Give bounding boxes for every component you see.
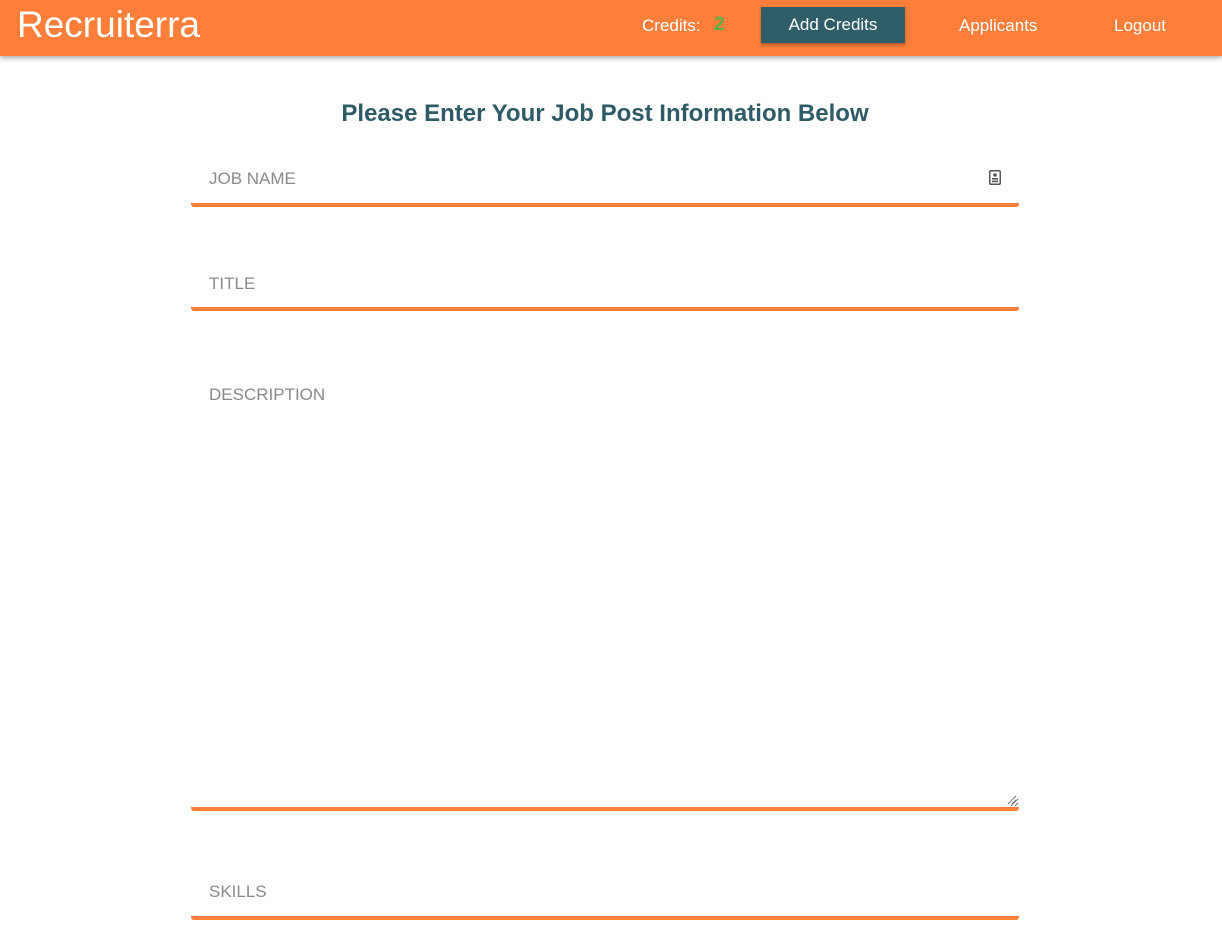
add-credits-button[interactable]: Add Credits — [761, 7, 905, 43]
brand-logo[interactable]: Recruiterra — [17, 3, 200, 47]
page-title: Please Enter Your Job Post Information B… — [341, 100, 869, 127]
title-input[interactable] — [191, 260, 1019, 307]
credits-count: 2 — [714, 14, 725, 35]
job-name-input[interactable] — [191, 155, 1019, 203]
description-field-wrapper — [191, 360, 1019, 811]
resize-grip-icon[interactable] — [1007, 795, 1017, 805]
credits-label: Credits: — [642, 16, 701, 35]
nav-applicants-link[interactable]: Applicants — [959, 16, 1037, 36]
nav-logout-link[interactable]: Logout — [1114, 16, 1166, 36]
skills-input[interactable] — [191, 868, 1019, 916]
title-field-wrapper — [191, 260, 1019, 311]
job-name-field-wrapper — [191, 155, 1019, 207]
description-textarea[interactable] — [191, 360, 1019, 807]
skills-field-wrapper — [191, 868, 1019, 920]
top-navbar: Recruiterra Credits: 2 Add Credits Appli… — [0, 0, 1222, 56]
contact-card-icon[interactable] — [989, 170, 1001, 185]
